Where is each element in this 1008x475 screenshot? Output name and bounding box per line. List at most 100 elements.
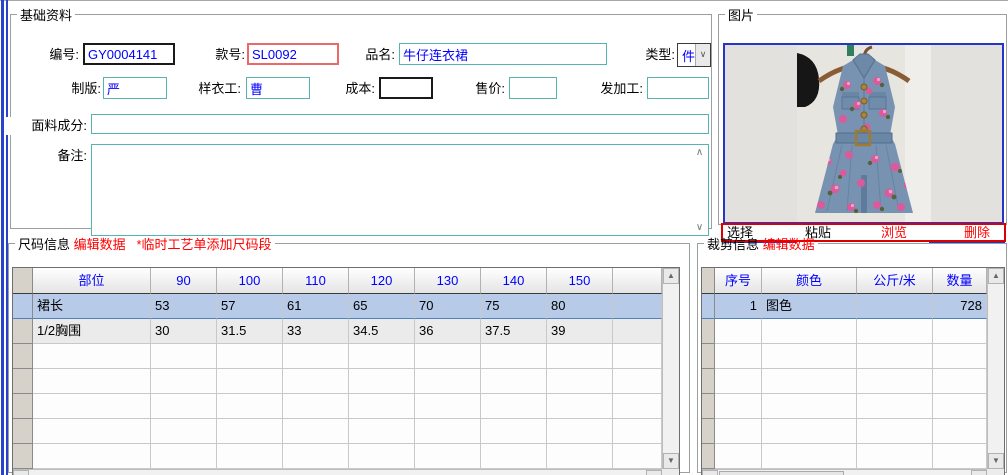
table-cell[interactable] xyxy=(33,444,151,469)
table-cell[interactable] xyxy=(857,394,933,419)
column-header[interactable]: 150 xyxy=(547,268,613,294)
table-cell[interactable] xyxy=(349,419,415,444)
table-cell[interactable] xyxy=(762,419,857,444)
table-cell[interactable] xyxy=(715,369,762,394)
table-cell[interactable] xyxy=(933,369,987,394)
table-cell[interactable] xyxy=(762,319,857,344)
column-header[interactable]: 110 xyxy=(283,268,349,294)
table-cell[interactable] xyxy=(857,419,933,444)
table-cell[interactable] xyxy=(33,419,151,444)
table-cell[interactable]: 39 xyxy=(547,319,613,344)
column-header[interactable]: 130 xyxy=(415,268,481,294)
scroll-left-icon[interactable]: ◄ xyxy=(13,470,29,475)
row-selector[interactable] xyxy=(702,369,715,394)
table-cell[interactable] xyxy=(415,344,481,369)
row-selector[interactable] xyxy=(13,419,33,444)
scroll-up-icon[interactable]: ▲ xyxy=(988,268,1004,284)
table-cell[interactable]: 30 xyxy=(151,319,217,344)
table-cell[interactable] xyxy=(547,369,613,394)
table-row[interactable] xyxy=(13,444,662,469)
table-cell[interactable]: 75 xyxy=(481,294,547,319)
scroll-up-icon[interactable]: ∧ xyxy=(693,147,706,158)
table-cell[interactable] xyxy=(217,419,283,444)
table-cell[interactable] xyxy=(33,369,151,394)
table-cell[interactable]: 图色 xyxy=(762,294,857,319)
table-cell[interactable]: 裙长 xyxy=(33,294,151,319)
table-cell[interactable] xyxy=(349,444,415,469)
table-cell[interactable] xyxy=(715,394,762,419)
table-row[interactable] xyxy=(702,394,987,419)
column-header[interactable]: 100 xyxy=(217,268,283,294)
table-cell[interactable] xyxy=(547,444,613,469)
table-cell[interactable]: 728 xyxy=(933,294,987,319)
table-cell[interactable] xyxy=(762,444,857,469)
table-row[interactable]: 裙长 53 57 61 65 70 75 80 xyxy=(13,294,662,319)
row-selector[interactable] xyxy=(702,294,715,319)
table-cell[interactable]: 33 xyxy=(283,319,349,344)
row-selector[interactable] xyxy=(13,444,33,469)
table-cell[interactable] xyxy=(481,444,547,469)
table-cell[interactable]: 34.5 xyxy=(349,319,415,344)
table-cell[interactable] xyxy=(415,419,481,444)
table-cell[interactable] xyxy=(933,319,987,344)
size-vertical-scrollbar[interactable]: ▲ ▼ xyxy=(662,268,679,469)
code-input[interactable] xyxy=(83,43,175,65)
table-cell[interactable] xyxy=(547,344,613,369)
table-cell[interactable] xyxy=(933,444,987,469)
row-selector[interactable] xyxy=(13,294,33,319)
table-cell[interactable] xyxy=(715,319,762,344)
table-cell[interactable] xyxy=(547,419,613,444)
table-cell[interactable] xyxy=(762,394,857,419)
table-cell[interactable]: 37.5 xyxy=(481,319,547,344)
scroll-down-icon[interactable]: ∨ xyxy=(693,222,706,233)
table-cell[interactable]: 31.5 xyxy=(217,319,283,344)
scrollbar-thumb[interactable] xyxy=(719,471,844,475)
table-cell[interactable]: 57 xyxy=(217,294,283,319)
size-horizontal-scrollbar[interactable]: ◄ ► xyxy=(13,469,662,475)
table-row[interactable] xyxy=(702,319,987,344)
row-selector[interactable] xyxy=(702,344,715,369)
table-cell[interactable] xyxy=(715,419,762,444)
table-row[interactable] xyxy=(702,369,987,394)
table-cell[interactable]: 61 xyxy=(283,294,349,319)
table-cell[interactable] xyxy=(715,444,762,469)
chevron-down-icon[interactable]: ∨ xyxy=(695,44,710,66)
column-header[interactable]: 数量 xyxy=(933,268,987,294)
table-cell[interactable] xyxy=(857,319,933,344)
table-cell[interactable] xyxy=(933,419,987,444)
table-cell[interactable] xyxy=(33,344,151,369)
table-cell[interactable] xyxy=(283,394,349,419)
table-cell[interactable] xyxy=(415,369,481,394)
cutting-vertical-scrollbar[interactable]: ▲ ▼ xyxy=(987,268,1004,469)
table-cell[interactable] xyxy=(151,444,217,469)
price-input[interactable] xyxy=(509,77,557,99)
table-cell[interactable]: 36 xyxy=(415,319,481,344)
table-row[interactable]: 1/2胸围 30 31.5 33 34.5 36 37.5 39 xyxy=(13,319,662,344)
sample-worker-input[interactable] xyxy=(246,77,310,99)
row-selector[interactable] xyxy=(13,319,33,344)
table-cell[interactable] xyxy=(481,394,547,419)
row-selector[interactable] xyxy=(702,444,715,469)
table-cell[interactable] xyxy=(715,344,762,369)
table-cell[interactable] xyxy=(547,394,613,419)
table-cell[interactable] xyxy=(151,394,217,419)
table-cell[interactable] xyxy=(857,369,933,394)
row-selector[interactable] xyxy=(702,419,715,444)
column-header[interactable]: 140 xyxy=(481,268,547,294)
scroll-up-icon[interactable]: ▲ xyxy=(663,268,679,284)
scroll-right-icon[interactable]: ► xyxy=(646,470,662,475)
table-cell[interactable] xyxy=(217,369,283,394)
table-cell[interactable] xyxy=(933,344,987,369)
table-row[interactable] xyxy=(13,394,662,419)
table-cell[interactable] xyxy=(217,444,283,469)
table-row[interactable] xyxy=(13,344,662,369)
table-cell[interactable] xyxy=(283,419,349,444)
table-cell[interactable] xyxy=(415,394,481,419)
table-cell[interactable] xyxy=(283,369,349,394)
size-edit-data-link[interactable]: 编辑数据 xyxy=(74,237,126,252)
table-cell[interactable]: 65 xyxy=(349,294,415,319)
type-select[interactable]: 件 ∨ xyxy=(677,43,711,67)
table-row[interactable] xyxy=(702,419,987,444)
row-selector[interactable] xyxy=(13,394,33,419)
table-cell[interactable]: 70 xyxy=(415,294,481,319)
